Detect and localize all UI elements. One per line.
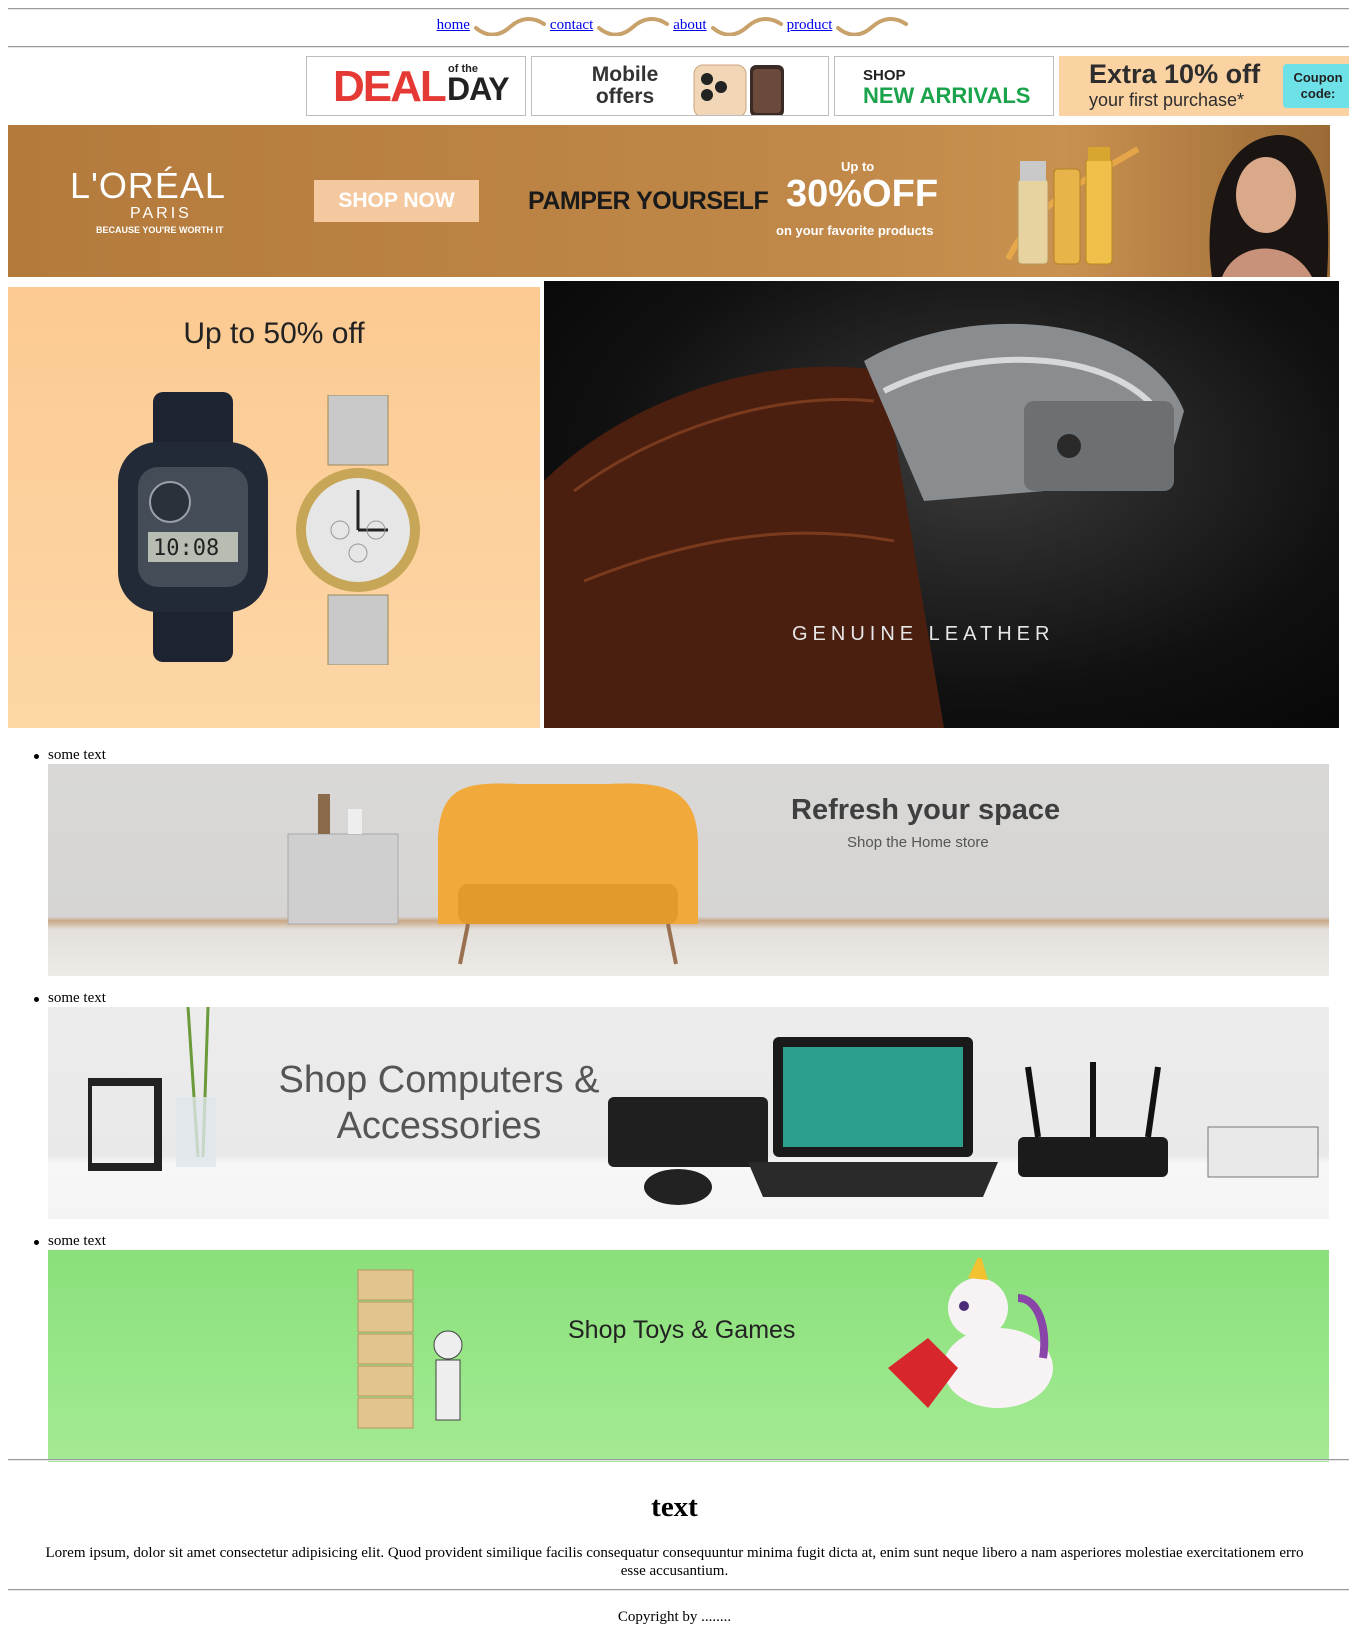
loreal-tagline: BECAUSE YOU'RE WORTH IT — [96, 225, 224, 235]
bullet-icon — [34, 997, 39, 1002]
phone-icon — [693, 64, 784, 115]
main-nav: home contact about product — [0, 14, 1349, 44]
banner-subtitle: Shop the Home store — [847, 834, 989, 851]
svg-text:10:08: 10:08 — [153, 536, 219, 561]
footer-paragraph: Lorem ipsum, dolor sit amet consectetur … — [0, 1544, 1349, 1580]
nav-link-contact[interactable]: contact — [550, 17, 593, 34]
up-to-label: Up to — [841, 159, 875, 174]
mobile-offers-tile[interactable]: Mobile offers — [531, 56, 829, 116]
favorite-products-label: on your favorite products — [776, 223, 934, 238]
banner-title: Shop Toys & Games — [568, 1316, 796, 1344]
list-item: some text Shop Toys & Games — [34, 1232, 1329, 1462]
nav-divider — [8, 46, 1349, 48]
swirl-ornament-icon — [836, 17, 909, 36]
deal-of-the-day-tile[interactable]: DEAL of the DAY — [306, 56, 526, 116]
hair-product-bottles-icon — [1005, 146, 1140, 265]
computers-banner[interactable]: Shop Computers & Accessories — [48, 1007, 1329, 1219]
footer-heading: text — [651, 1491, 698, 1523]
model-portrait-icon — [1209, 134, 1329, 277]
copyright-text: Copyright by ........ — [617, 1609, 732, 1625]
desk-decor-icon — [88, 1007, 216, 1171]
digital-watch-icon: 10:08 — [118, 392, 268, 662]
loreal-brand: L'ORÉAL — [70, 165, 226, 206]
banner-title: Shop Computers & Accessories — [278, 1059, 600, 1147]
leather-watch-banner[interactable]: GENUINE LEATHER — [544, 281, 1339, 728]
toys-games-banner[interactable]: Shop Toys & Games — [48, 1250, 1329, 1462]
banner-title: Refresh your space — [791, 794, 1061, 826]
loreal-banner[interactable]: L'ORÉAL PARIS BECAUSE YOU'RE WORTH IT SH… — [8, 125, 1330, 277]
coupon-code-badge: Coupon code: — [1283, 64, 1349, 108]
pamper-headline: PAMPER YOURSELF — [528, 187, 769, 215]
footer-divider — [8, 1459, 1349, 1461]
top-divider — [8, 8, 1349, 10]
extra-off-heading: Extra 10% off — [1089, 59, 1261, 89]
analog-watch-icon — [296, 395, 420, 665]
deal-text: DEAL — [333, 62, 447, 111]
shop-now-button[interactable]: SHOP NOW — [314, 180, 479, 222]
block-tower-icon — [357, 1269, 463, 1429]
unicorn-toy-icon — [888, 1258, 1053, 1408]
home-store-banner[interactable]: Refresh your space Shop the Home store — [48, 764, 1329, 976]
leather-watch-closeup-icon — [544, 323, 1184, 728]
footer-paragraph-line1: Lorem ipsum, dolor sit amet consectetur … — [45, 1545, 1304, 1561]
coupon-label: Coupon — [1293, 70, 1343, 85]
footer-paragraph-line2: esse accusantium. — [620, 1563, 729, 1579]
new-arrivals-label: NEW ARRIVALS — [863, 83, 1031, 108]
extra-discount-tile[interactable]: Extra 10% off your first purchase* Coupo… — [1059, 56, 1349, 116]
loreal-paris: PARIS — [130, 205, 192, 222]
bullet-icon — [34, 754, 39, 759]
swirl-ornament-icon — [473, 17, 546, 36]
mobile-offers-label: Mobile offers — [580, 64, 670, 108]
sofa-icon — [287, 783, 698, 965]
day-text: DAY — [447, 71, 510, 107]
first-purchase-text: your first purchase* — [1089, 90, 1245, 110]
swirl-ornament-icon — [710, 17, 783, 36]
nav-link-about[interactable]: about — [673, 17, 706, 34]
new-arrivals-tile[interactable]: SHOP NEW ARRIVALS — [834, 56, 1054, 116]
swirl-ornament-icon — [597, 17, 670, 36]
list-item-caption: some text — [48, 990, 106, 1006]
copyright-divider — [8, 1589, 1349, 1591]
genuine-leather-caption: GENUINE LEATHER — [792, 623, 1055, 645]
mobile-offers-line2: offers — [595, 85, 655, 108]
list-item: some text Shop Computers & Accessories — [34, 989, 1329, 1219]
category-list: some text Refresh your space Shop the Ho… — [0, 746, 1349, 1462]
shop-label: SHOP — [863, 67, 906, 84]
mobile-offers-line1: Mobile — [591, 63, 659, 86]
nav-link-home[interactable]: home — [437, 17, 470, 34]
watches-sale-heading: Up to 50% off — [183, 317, 365, 350]
watches-sale-banner[interactable]: Up to 50% off 10:08 — [8, 287, 540, 728]
list-item-caption: some text — [48, 1233, 106, 1249]
laptop-keyboard-router-icon — [608, 1037, 1319, 1205]
bullet-icon — [34, 1240, 39, 1245]
discount-label: 30%OFF — [786, 173, 939, 215]
list-item-caption: some text — [48, 747, 106, 763]
nav-link-product[interactable]: product — [787, 17, 833, 34]
code-label: code: — [1300, 86, 1336, 101]
list-item: some text Refresh your space Shop the Ho… — [34, 746, 1329, 976]
